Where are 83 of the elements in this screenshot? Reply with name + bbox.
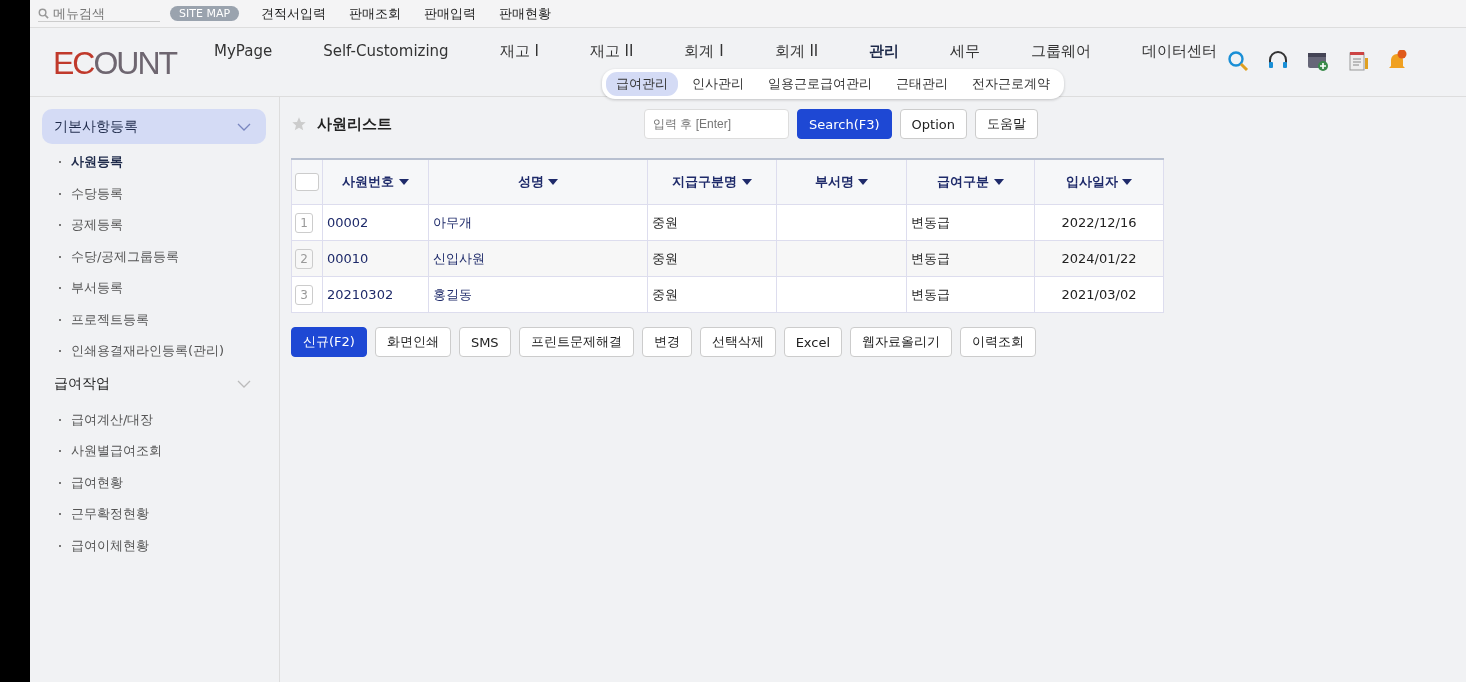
chevron-down-icon <box>237 380 251 388</box>
action-button[interactable]: 변경 <box>641 327 692 357</box>
table-cell[interactable]: 아무개 <box>433 214 472 230</box>
sidebar-item[interactable]: 근무확정현황 <box>30 498 279 530</box>
table-cell: 변동급 <box>911 214 950 230</box>
quick-link[interactable]: 판매조회 <box>349 4 402 23</box>
table-cell[interactable]: 00002 <box>327 215 369 230</box>
toolbar-button[interactable]: 도움말 <box>974 109 1038 139</box>
sidebar-item[interactable]: 공제등록 <box>30 209 279 241</box>
nav-tab[interactable]: 그룹웨어 <box>1031 42 1092 61</box>
nav-tab[interactable]: 데이터센터 <box>1142 42 1218 61</box>
sidebar-item[interactable]: 수당등록 <box>30 177 279 209</box>
table-cell: 중원 <box>652 286 678 302</box>
table-cell: 2022/12/16 <box>1061 215 1137 230</box>
table-cell[interactable]: 00010 <box>327 251 369 266</box>
sort-caret-icon[interactable] <box>993 179 1004 186</box>
action-button[interactable]: 이력조회 <box>960 327 1037 357</box>
sub-menu-tab[interactable]: 전자근로계약 <box>962 72 1060 96</box>
action-button[interactable]: 화면인쇄 <box>374 327 451 357</box>
action-button[interactable]: 신규(F2) <box>291 327 367 357</box>
sub-menu-tab[interactable]: 일용근로급여관리 <box>758 72 882 96</box>
window-add-icon[interactable] <box>1307 50 1329 72</box>
sub-menu-tab[interactable]: 인사관리 <box>682 72 754 96</box>
nav-tab[interactable]: 세무 <box>950 42 981 61</box>
table-cell: 2021/03/02 <box>1061 287 1137 302</box>
table-cell[interactable]: 홍길동 <box>433 286 472 302</box>
sort-caret-icon[interactable] <box>548 179 559 186</box>
sidebar-item[interactable]: 사원별급여조회 <box>30 435 279 467</box>
toolbar-button[interactable]: Option <box>899 109 967 139</box>
column-header[interactable]: 성명 <box>428 159 648 205</box>
sidebar-item[interactable]: 사원등록 <box>30 146 279 178</box>
nav-tab[interactable]: 재고 II <box>589 42 634 61</box>
table-cell: 2024/01/22 <box>1061 251 1137 266</box>
sidebar-item[interactable]: 급여이체현황 <box>30 529 279 561</box>
nav-tab[interactable]: 재고 I <box>499 42 539 61</box>
action-button[interactable]: 프린트문제해결 <box>518 327 634 357</box>
table-cell: 변동급 <box>911 286 950 302</box>
table-cell: 중원 <box>652 250 678 266</box>
column-header[interactable]: 부서명 <box>776 159 907 205</box>
sidebar-item[interactable]: 급여현황 <box>30 466 279 498</box>
search-input[interactable]: 입력 후 [Enter] <box>644 109 789 139</box>
sub-menu-tab[interactable]: 근태관리 <box>886 72 958 96</box>
sidebar-item[interactable]: 인쇄용결재라인등록(관리) <box>30 335 279 367</box>
nav-tab[interactable]: MyPage <box>214 42 273 61</box>
action-button[interactable]: 웹자료올리기 <box>850 327 953 357</box>
sidebar-item[interactable]: 수당/공제그룹등록 <box>30 240 279 272</box>
sort-caret-icon[interactable] <box>741 179 752 186</box>
chevron-down-icon <box>237 122 251 131</box>
column-header[interactable]: 입사일자 <box>1034 159 1164 205</box>
nav-tab[interactable]: 회계 I <box>684 42 724 61</box>
sidebar-item[interactable]: 부서등록 <box>30 272 279 304</box>
nav-tab[interactable]: 관리 <box>869 42 900 61</box>
notepad-icon[interactable] <box>1347 50 1369 72</box>
quick-link[interactable]: 판매입력 <box>424 4 477 23</box>
sidebar-item[interactable]: 프로젝트등록 <box>30 303 279 335</box>
star-icon[interactable] <box>291 116 307 132</box>
column-header[interactable]: 지급구분명 <box>647 159 777 205</box>
table-cell: 변동급 <box>911 250 950 266</box>
sub-menu-tab[interactable]: 급여관리 <box>606 72 678 96</box>
select-all-checkbox[interactable] <box>295 173 319 191</box>
nav-tab[interactable]: Self-Customizing <box>323 42 449 61</box>
toolbar-button[interactable]: Search(F3) <box>797 109 892 139</box>
action-button[interactable]: SMS <box>458 327 511 357</box>
table-cell: 중원 <box>652 214 678 230</box>
table-cell[interactable]: 신입사원 <box>433 250 485 266</box>
quick-link[interactable]: 견적서입력 <box>261 4 327 23</box>
column-header[interactable]: 급여구분 <box>906 159 1035 205</box>
action-button[interactable]: Excel <box>783 327 843 357</box>
page-title: 사원리스트 <box>317 114 393 134</box>
sidebar-group[interactable]: 기본사항등록 <box>42 109 266 144</box>
sidebar-group[interactable]: 급여작업 <box>42 366 266 402</box>
quick-link[interactable]: 판매현황 <box>499 4 552 23</box>
nav-tab[interactable]: 회계 II <box>774 42 819 61</box>
search-icon <box>38 7 49 19</box>
sort-caret-icon[interactable] <box>398 179 409 186</box>
action-button[interactable]: 선택삭제 <box>699 327 776 357</box>
column-header[interactable]: 사원번호 <box>322 159 429 205</box>
logo[interactable]: ECOUNT <box>53 46 177 80</box>
menu-search-field[interactable]: 메뉴검색 <box>53 5 153 21</box>
sort-caret-icon[interactable] <box>858 179 869 186</box>
sidebar-item[interactable]: 급여계산/대장 <box>30 403 279 435</box>
sort-caret-icon[interactable] <box>1122 179 1133 186</box>
search-icon[interactable] <box>1227 50 1249 72</box>
